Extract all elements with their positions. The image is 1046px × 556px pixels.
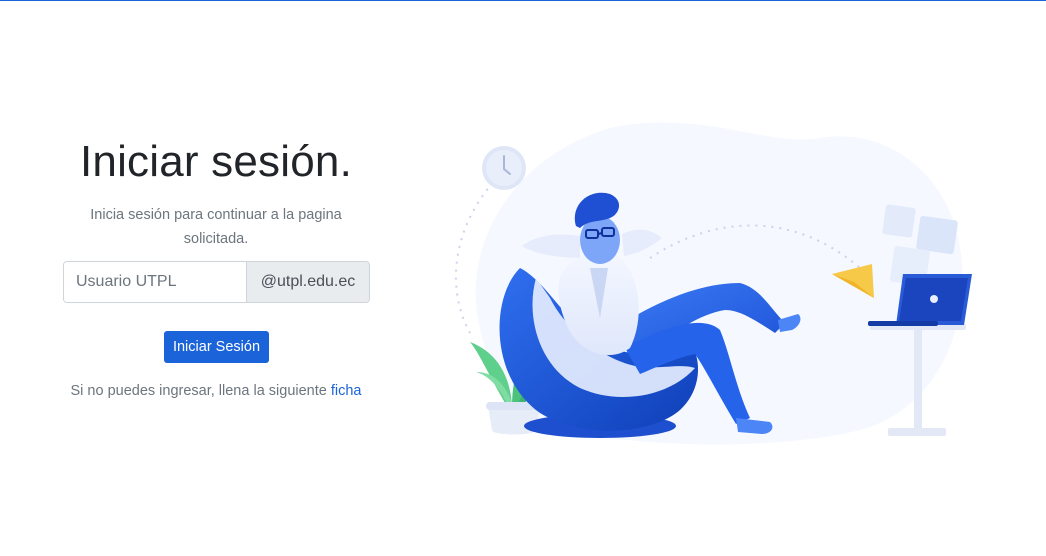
login-panel: Iniciar sesión. Inicia sesión para conti…	[60, 130, 372, 399]
clock-icon	[482, 146, 526, 190]
login-subtitle: Inicia sesión para continuar a la pagina…	[90, 206, 342, 247]
help-text: Si no puedes ingresar, llena la siguient…	[40, 383, 392, 399]
top-accent-line	[0, 0, 1046, 1]
help-form-link[interactable]: ficha	[331, 383, 362, 399]
username-input-group: @utpl.edu.ec	[63, 261, 370, 303]
login-illustration	[454, 122, 972, 445]
help-text-label: Si no puedes ingresar, llena la siguient…	[70, 383, 331, 399]
username-input[interactable]	[64, 262, 246, 302]
domain-suffix-addon: @utpl.edu.ec	[246, 262, 369, 302]
page-title: Iniciar sesión.	[79, 137, 352, 186]
login-button[interactable]: Iniciar Sesión	[164, 331, 269, 363]
